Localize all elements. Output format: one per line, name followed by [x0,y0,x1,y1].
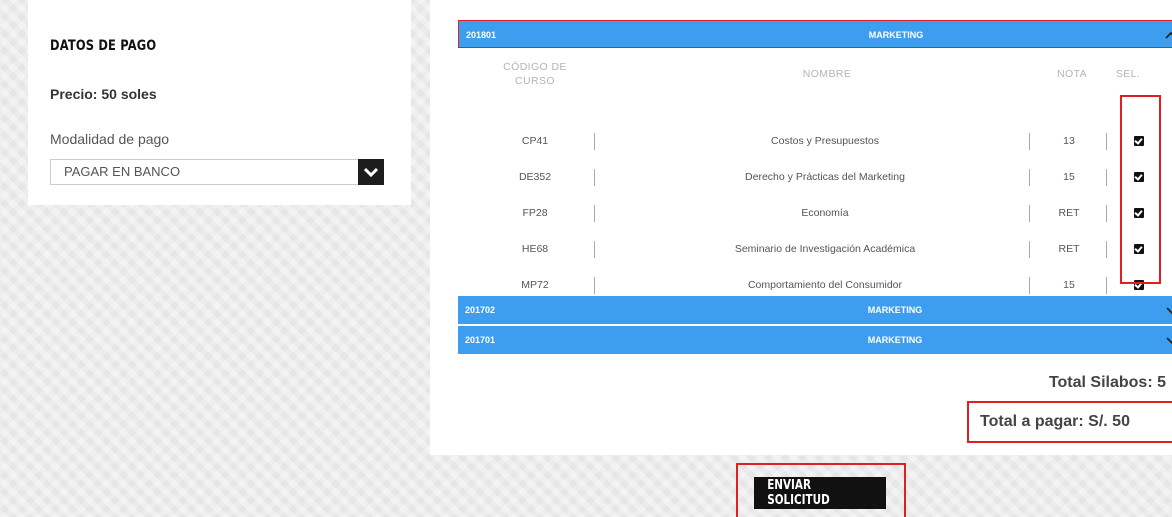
period-header-201801[interactable]: 201801 MARKETING [458,20,1172,48]
divider [594,169,595,186]
divider [1029,133,1030,150]
period-year: 201801 [466,30,497,40]
chevron-down-icon[interactable] [358,159,384,185]
divider [1106,277,1107,294]
total-highlight: Total a pagar: S/. 50 [967,401,1172,443]
course-grade: 15 [1063,171,1075,183]
payment-mode-value: PAGAR EN BANCO [64,164,181,179]
divider [1029,241,1030,258]
divider [1106,133,1107,150]
divider [1029,169,1030,186]
divider [1106,205,1107,222]
header-grade: NOTA [1057,68,1087,80]
course-name: Costos y Presupuestos [771,135,879,147]
payment-title: DATOS DE PAGO [50,38,157,54]
send-request-label: ENVIAR SOLICITUD [767,478,830,508]
period-year: 201701 [465,335,496,345]
course-grade: RET [1058,243,1080,255]
header-course-code: CÓDIGO DE CURSO [503,61,567,87]
price-text: Precio: 50 soles [50,86,157,102]
courses-panel: 201801 MARKETING CÓDIGO DE CURSO NOMBRE … [430,0,1172,455]
send-request-button[interactable]: ENVIAR SOLICITUD [754,477,886,509]
divider [594,277,595,294]
selection-highlight [1120,95,1161,284]
divider [594,205,595,222]
divider [1106,241,1107,258]
table-row: FP28 Economía RET [430,196,1172,232]
table-row: CP41 Costos y Presupuestos 13 [430,124,1172,160]
period-program: MARKETING [868,30,924,40]
course-code: CP41 [521,135,549,147]
period-header-201702[interactable]: 201702 MARKETING [458,296,1172,324]
divider [1106,169,1107,186]
period-program: MARKETING [867,335,923,345]
course-code: FP28 [522,207,548,219]
header-select: SEL. [1115,68,1141,80]
course-grade: 15 [1063,279,1075,291]
period-program: MARKETING [867,305,923,315]
course-grade: RET [1058,207,1080,219]
total-silabos: Total Silabos: 5 [1048,374,1166,391]
course-code: DE352 [518,171,552,183]
course-name: Comportamiento del Consumidor [747,279,903,291]
chevron-down-icon[interactable] [1166,334,1172,348]
course-code: MP72 [521,279,549,291]
course-name: Economía [801,207,849,219]
course-name: Derecho y Prácticas del Marketing [745,171,905,183]
table-row: DE352 Derecho y Prácticas del Marketing … [430,160,1172,196]
course-grade: 13 [1063,135,1075,147]
total-to-pay: Total a pagar: S/. 50 [980,413,1130,430]
course-name: Seminario de Investigación Académica [734,243,916,255]
period-header-201701[interactable]: 201701 MARKETING [458,326,1172,354]
chevron-up-icon[interactable] [1165,29,1172,43]
divider [1029,277,1030,294]
course-code: HE68 [521,243,549,255]
payment-mode-label: Modalidad de pago [50,131,170,147]
send-highlight: ENVIAR SOLICITUD [736,463,906,517]
payment-mode-select[interactable]: PAGAR EN BANCO [50,159,384,185]
divider [1029,205,1030,222]
table-row: HE68 Seminario de Investigación Académic… [430,232,1172,268]
header-name: NOMBRE [802,68,852,80]
divider [594,241,595,258]
period-year: 201702 [465,305,496,315]
payment-card: DATOS DE PAGO Precio: 50 soles Modalidad… [28,0,411,205]
divider [594,133,595,150]
chevron-down-icon[interactable] [1166,304,1172,318]
